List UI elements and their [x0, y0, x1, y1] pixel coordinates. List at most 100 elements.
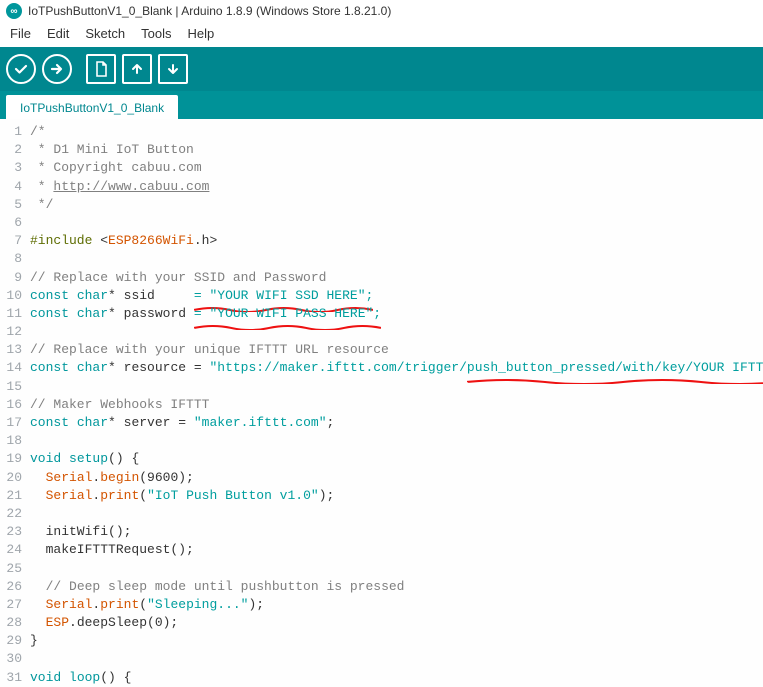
code-content[interactable]: * http://www.cabuu.com	[30, 178, 209, 196]
code-content[interactable]: Serial.begin(9600);	[30, 469, 194, 487]
code-token: print	[100, 597, 139, 612]
code-line[interactable]: 15	[0, 378, 763, 396]
code-content[interactable]: Serial.print("IoT Push Button v1.0");	[30, 487, 334, 505]
code-content[interactable]: */	[30, 196, 53, 214]
code-line[interactable]: 10const char* ssid = "YOUR WIFI SSD HERE…	[0, 287, 763, 305]
menu-help[interactable]: Help	[181, 24, 220, 43]
code-token: // Deep sleep mode until pushbutton is p…	[46, 579, 405, 594]
code-line[interactable]: 20 Serial.begin(9600);	[0, 469, 763, 487]
code-token: "IoT Push Button v1.0"	[147, 488, 319, 503]
code-content[interactable]: void setup() {	[30, 450, 139, 468]
code-content[interactable]: // Deep sleep mode until pushbutton is p…	[30, 578, 404, 596]
code-line[interactable]: 26 // Deep sleep mode until pushbutton i…	[0, 578, 763, 596]
code-token: * password	[108, 306, 194, 321]
code-line[interactable]: 4 * http://www.cabuu.com	[0, 178, 763, 196]
code-line[interactable]: 21 Serial.print("IoT Push Button v1.0");	[0, 487, 763, 505]
code-content[interactable]: makeIFTTTRequest();	[30, 541, 194, 559]
code-token: .h>	[194, 233, 217, 248]
code-token: <	[100, 233, 108, 248]
code-token	[61, 451, 69, 466]
code-content[interactable]: }	[30, 632, 38, 650]
code-token: );	[248, 597, 264, 612]
code-token: * D1 Mini IoT Button	[30, 142, 194, 157]
code-content[interactable]: * Copyright cabuu.com	[30, 159, 202, 177]
code-content[interactable]: /*	[30, 123, 46, 141]
code-line[interactable]: 16// Maker Webhooks IFTTT	[0, 396, 763, 414]
code-line[interactable]: 25	[0, 560, 763, 578]
code-content[interactable]: const char* resource = "https://maker.if…	[30, 359, 763, 377]
menu-file[interactable]: File	[4, 24, 37, 43]
code-line[interactable]: 8	[0, 250, 763, 268]
code-content[interactable]: initWifi();	[30, 523, 131, 541]
code-line[interactable]: 6	[0, 214, 763, 232]
code-content[interactable]: Serial.print("Sleeping...");	[30, 596, 264, 614]
code-line[interactable]: 2 * D1 Mini IoT Button	[0, 141, 763, 159]
code-line[interactable]: 18	[0, 432, 763, 450]
code-line[interactable]: 11const char* password = "YOUR WIFI PASS…	[0, 305, 763, 323]
line-number: 12	[0, 323, 30, 341]
code-token: */	[30, 197, 53, 212]
code-content[interactable]: ESP.deepSleep(0);	[30, 614, 178, 632]
code-content[interactable]: // Replace with your unique IFTTT URL re…	[30, 341, 389, 359]
line-number: 13	[0, 341, 30, 359]
code-line[interactable]: 24 makeIFTTTRequest();	[0, 541, 763, 559]
menu-sketch[interactable]: Sketch	[79, 24, 131, 43]
code-content[interactable]: const char* password = "YOUR WIFI PASS H…	[30, 305, 381, 323]
code-line[interactable]: 5 */	[0, 196, 763, 214]
code-line[interactable]: 14const char* resource = "https://maker.…	[0, 359, 763, 377]
code-line[interactable]: 27 Serial.print("Sleeping...");	[0, 596, 763, 614]
code-line[interactable]: 1/*	[0, 123, 763, 141]
code-token: () {	[100, 670, 131, 685]
code-line[interactable]: 7#include <ESP8266WiFi.h>	[0, 232, 763, 250]
line-number: 17	[0, 414, 30, 432]
code-editor[interactable]: 1/*2 * D1 Mini IoT Button3 * Copyright c…	[0, 119, 763, 687]
code-token: // Replace with your unique IFTTT URL re…	[30, 342, 389, 357]
code-token: (9600);	[139, 470, 194, 485]
code-token: * Copyright cabuu.com	[30, 160, 202, 175]
code-line[interactable]: 28 ESP.deepSleep(0);	[0, 614, 763, 632]
code-token	[69, 360, 77, 375]
code-line[interactable]: 19void setup() {	[0, 450, 763, 468]
code-line[interactable]: 29}	[0, 632, 763, 650]
code-line[interactable]: 12	[0, 323, 763, 341]
code-token: * ssid	[108, 288, 194, 303]
code-line[interactable]: 23 initWifi();	[0, 523, 763, 541]
tabstrip: IoTPushButtonV1_0_Blank	[0, 91, 763, 119]
code-token: // Maker Webhooks IFTTT	[30, 397, 209, 412]
code-line[interactable]: 9// Replace with your SSID and Password	[0, 269, 763, 287]
code-token: setup	[69, 451, 108, 466]
code-content[interactable]: #include <ESP8266WiFi.h>	[30, 232, 217, 250]
code-content[interactable]: const char* server = "maker.ifttt.com";	[30, 414, 334, 432]
menu-tools[interactable]: Tools	[135, 24, 177, 43]
code-line[interactable]: 17const char* server = "maker.ifttt.com"…	[0, 414, 763, 432]
code-line[interactable]: 30	[0, 650, 763, 668]
code-content[interactable]: // Maker Webhooks IFTTT	[30, 396, 209, 414]
code-line[interactable]: 3 * Copyright cabuu.com	[0, 159, 763, 177]
code-token: begin	[100, 470, 139, 485]
new-sketch-button[interactable]	[86, 54, 116, 84]
code-token: Serial	[46, 597, 93, 612]
open-sketch-button[interactable]	[122, 54, 152, 84]
code-token: = "YOUR WIFI SSD HERE";	[194, 288, 373, 303]
code-line[interactable]: 22	[0, 505, 763, 523]
menu-edit[interactable]: Edit	[41, 24, 75, 43]
toolbar	[0, 47, 763, 91]
upload-button[interactable]	[42, 54, 72, 84]
code-token: makeIFTTTRequest();	[30, 542, 194, 557]
save-sketch-button[interactable]	[158, 54, 188, 84]
code-token: = "YOUR WIFI PASS HERE";	[194, 306, 381, 321]
tab-sketch[interactable]: IoTPushButtonV1_0_Blank	[6, 95, 178, 119]
code-content[interactable]: * D1 Mini IoT Button	[30, 141, 194, 159]
code-content[interactable]: // Replace with your SSID and Password	[30, 269, 326, 287]
file-icon	[94, 61, 108, 77]
code-token: );	[319, 488, 335, 503]
line-number: 4	[0, 178, 30, 196]
code-line[interactable]: 31void loop() {	[0, 669, 763, 687]
code-token: const	[30, 415, 69, 430]
code-token: ESP8266WiFi	[108, 233, 194, 248]
code-line[interactable]: 13// Replace with your unique IFTTT URL …	[0, 341, 763, 359]
verify-button[interactable]	[6, 54, 36, 84]
code-content[interactable]: const char* ssid = "YOUR WIFI SSD HERE";	[30, 287, 373, 305]
code-content[interactable]: void loop() {	[30, 669, 131, 687]
code-token: * resource =	[108, 360, 209, 375]
